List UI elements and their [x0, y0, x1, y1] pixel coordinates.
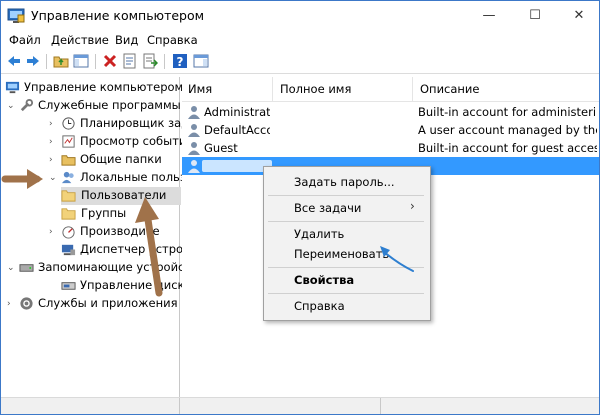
users-icon	[61, 171, 74, 184]
redacted-username	[202, 160, 272, 172]
user-icon	[188, 124, 200, 137]
shared-folder-icon	[61, 155, 76, 166]
collapse-arrow-icon[interactable]: ⌄	[7, 259, 17, 277]
services-icon	[20, 297, 33, 310]
context-menu: Задать пароль... Все задачи › Удалить Пе…	[263, 166, 431, 321]
computer-management-window: Управление компьютером — ☐ ✕ Файл Действ…	[0, 0, 600, 415]
user-icon	[188, 106, 200, 119]
menu-file[interactable]: Файл	[9, 33, 41, 47]
performance-icon	[62, 226, 75, 239]
computer-management-icon	[5, 81, 20, 94]
expand-arrow-icon[interactable]: ›	[7, 295, 17, 313]
menu-properties[interactable]: Свойства	[294, 273, 354, 287]
submenu-arrow-icon: ›	[410, 199, 415, 213]
show-action-pane-icon[interactable]	[193, 53, 209, 69]
tools-icon	[20, 98, 34, 112]
export-list-icon[interactable]	[142, 53, 158, 69]
column-name[interactable]: Имя	[188, 82, 212, 96]
status-bar	[1, 397, 599, 414]
expand-arrow-icon[interactable]: ›	[49, 133, 59, 151]
navigation-tree: Управление компьютером (л ⌄ Служебные пр…	[1, 77, 221, 397]
menu-delete[interactable]: Удалить	[294, 227, 344, 241]
close-button[interactable]: ✕	[557, 1, 599, 31]
folder-icon	[61, 190, 76, 202]
disk-icon	[61, 282, 76, 290]
collapse-arrow-icon[interactable]: ⌄	[49, 169, 59, 187]
storage-icon	[19, 264, 34, 272]
computer-management-icon	[7, 8, 25, 23]
menu-help-item[interactable]: Справка	[294, 299, 345, 313]
menu-set-password[interactable]: Задать пароль...	[294, 175, 395, 189]
menu-rename[interactable]: Переименовать	[294, 247, 389, 261]
user-icon	[188, 142, 200, 155]
folder-icon	[61, 208, 76, 220]
expand-arrow-icon[interactable]: ›	[49, 115, 59, 133]
toolbar: ?	[1, 51, 599, 74]
show-hide-tree-icon[interactable]	[73, 53, 89, 69]
expand-arrow-icon[interactable]: ›	[49, 151, 59, 169]
forward-icon[interactable]	[25, 53, 41, 69]
delete-icon[interactable]	[102, 53, 118, 69]
menu-action[interactable]: Действие	[51, 33, 109, 47]
properties-icon[interactable]	[122, 53, 138, 69]
collapse-arrow-icon[interactable]: ⌄	[7, 97, 17, 115]
title-bar: Управление компьютером — ☐ ✕	[1, 1, 599, 31]
table-row[interactable]: Administrator Built-in account for admin…	[182, 103, 599, 121]
menu-help[interactable]: Справка	[147, 33, 198, 47]
clock-icon	[62, 117, 75, 130]
event-viewer-icon	[62, 135, 75, 148]
device-manager-icon	[61, 244, 76, 256]
help-icon[interactable]: ?	[172, 53, 188, 69]
back-icon[interactable]	[6, 53, 22, 69]
up-folder-icon[interactable]	[53, 53, 69, 69]
menu-view[interactable]: Вид	[115, 33, 138, 47]
svg-text:?: ?	[177, 55, 184, 69]
list-header: Имя Полное имя Описание	[182, 77, 599, 102]
expand-arrow-icon[interactable]: ›	[49, 223, 59, 241]
user-icon	[188, 160, 200, 173]
tree-item-users[interactable]: Пользователи	[61, 187, 181, 205]
maximize-button[interactable]: ☐	[513, 1, 557, 31]
table-row[interactable]: Guest Built-in account for guest access …	[182, 139, 599, 157]
menu-all-tasks[interactable]: Все задачи	[294, 201, 361, 215]
column-description[interactable]: Описание	[420, 82, 479, 96]
column-full-name[interactable]: Полное имя	[280, 82, 351, 96]
minimize-button[interactable]: —	[467, 1, 511, 31]
window-title: Управление компьютером	[31, 8, 205, 23]
menu-bar: Файл Действие Вид Справка	[1, 31, 599, 51]
table-row[interactable]: DefaultAcco... A user account managed by…	[182, 121, 599, 139]
